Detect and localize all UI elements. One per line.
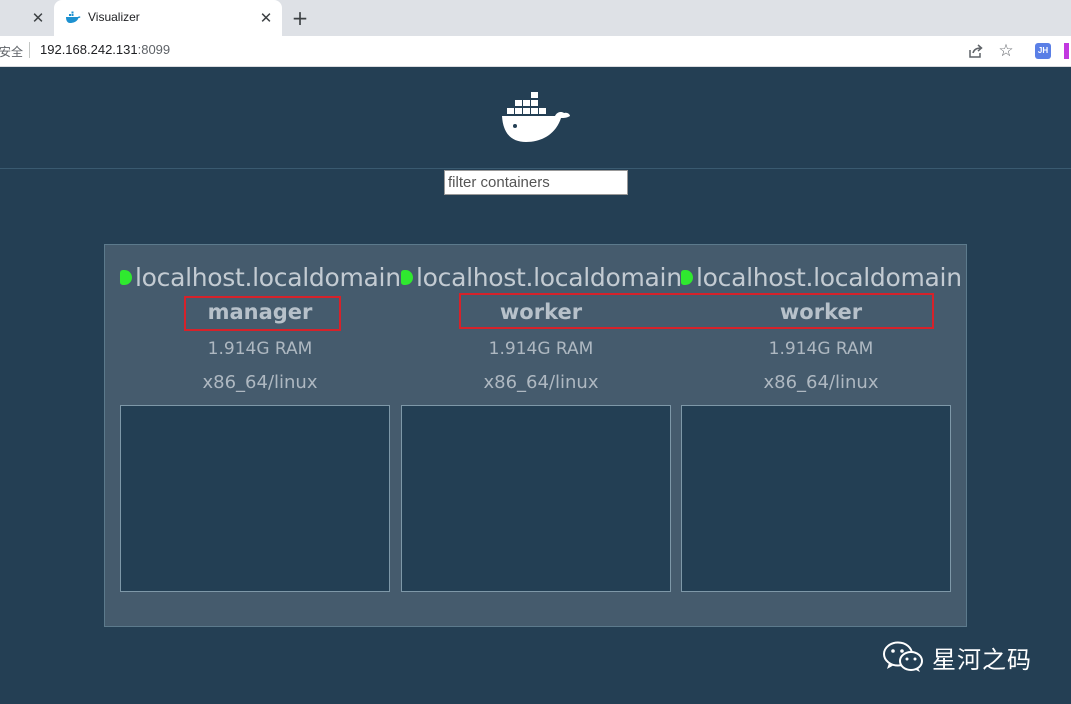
node-container-area [120,405,390,592]
node-os: x86_64/linux [483,372,599,393]
node-container-area [681,405,951,592]
extension-jh-icon[interactable]: JH [1035,43,1051,59]
filter-containers-input[interactable] [444,170,628,195]
node-ram: 1.914G RAM [488,339,594,359]
extension-icon[interactable] [1064,43,1069,59]
wechat-icon [883,641,923,672]
tab-visualizer[interactable]: Visualizer ✕ [54,0,282,36]
tab-close-icon[interactable]: ✕ [256,8,276,28]
node-hostname: localhost.localdomain [696,263,962,292]
watermark: 星河之码 [882,640,1032,674]
worker-highlight-box [459,293,934,329]
docker-whale-logo-icon [502,92,570,142]
node-status-indicator [681,270,693,285]
tab-strip: ✕ Visualizer ✕ + [0,0,1071,36]
manager-highlight-box [184,296,341,331]
node-container-area [401,405,671,592]
node-hostname-row: localhost.localdomain [401,263,682,292]
bookmark-star-icon[interactable]: ☆ [996,41,1016,61]
watermark-text: 星河之码 [932,645,1032,674]
node-status-indicator [120,270,132,285]
url-host: 192.168.242.131 [40,42,138,57]
previous-tab-close-icon[interactable]: ✕ [28,8,48,28]
tab-title: Visualizer [88,10,140,24]
url-port: :8099 [137,42,171,57]
share-icon[interactable] [965,41,985,61]
node-hostname: localhost.localdomain [416,263,682,292]
security-label[interactable]: 安全 [0,43,23,60]
node-hostname-row: localhost.localdomain [681,263,962,292]
node-ram: 1.914G RAM [768,339,874,359]
node-os: x86_64/linux [202,372,318,393]
new-tab-button[interactable]: + [289,6,311,30]
node-status-indicator [401,270,413,285]
address-separator [29,42,30,58]
node-hostname-row: localhost.localdomain [120,263,401,292]
address-bar: 安全 192.168.242.131:8099 ☆ JH [0,36,1071,67]
header-divider [0,168,1071,169]
node-hostname: localhost.localdomain [135,263,401,292]
url-field[interactable]: 192.168.242.131:8099 [40,42,170,57]
node-os: x86_64/linux [763,372,879,393]
docker-favicon-icon [66,11,81,23]
node-ram: 1.914G RAM [207,339,313,359]
